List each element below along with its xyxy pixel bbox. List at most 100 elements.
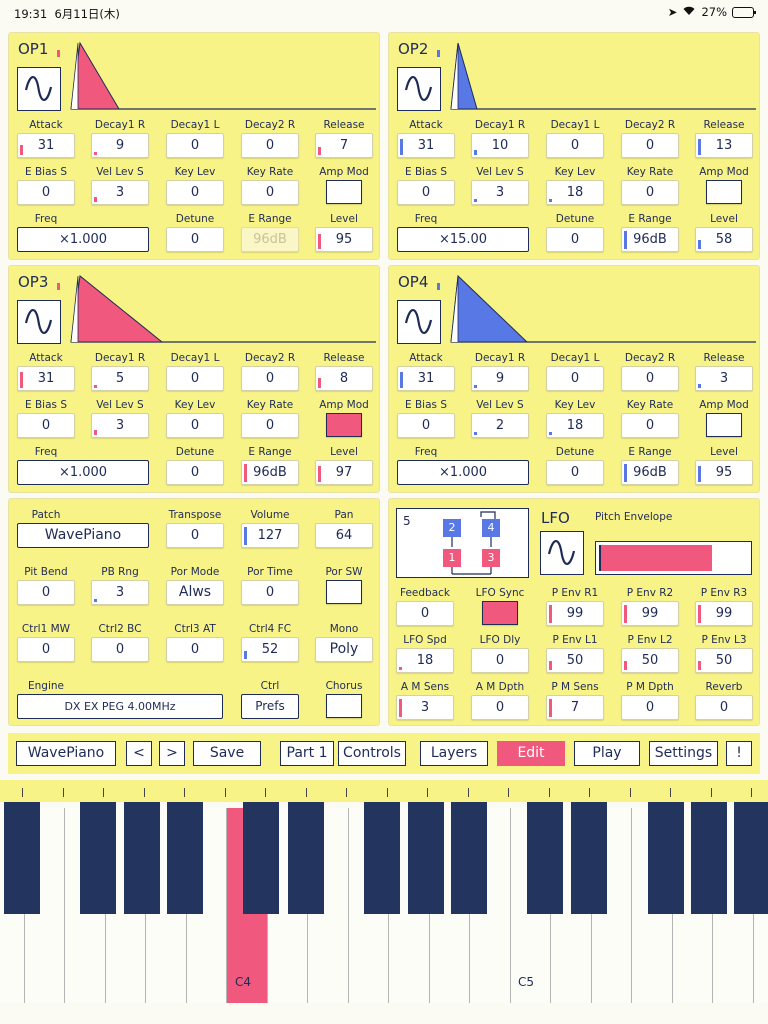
param-value-field[interactable]: 13 [695,133,753,158]
param-value-field[interactable]: 7 [315,133,373,158]
param-value-field[interactable]: 95 [315,227,373,252]
param-value-field[interactable]: 3 [396,695,454,720]
param-value-field[interactable]: 0 [546,366,604,391]
param-value-field[interactable]: 0 [17,580,75,605]
algorithm-display[interactable]: 5 2 4 1 3 [396,508,529,578]
param-value-field[interactable]: 3 [91,580,149,605]
black-key[interactable] [734,802,768,914]
amp-mod-checkbox[interactable] [326,413,362,437]
param-value-field[interactable]: 31 [397,366,455,391]
controls-button[interactable]: Controls [338,741,406,766]
param-value-field[interactable]: 50 [695,648,753,673]
param-value-field[interactable]: 0 [397,413,455,438]
ctrl-prefs-button[interactable]: Prefs [241,694,299,719]
black-key[interactable] [167,802,203,914]
volume-field[interactable]: 127 [241,523,299,548]
freq-field[interactable]: ×1.000 [397,460,529,485]
param-value-field[interactable]: 0 [166,366,224,391]
edit-button[interactable]: Edit [497,741,565,766]
param-value-field[interactable]: 0 [546,133,604,158]
op-envelope-graph[interactable] [14,274,376,344]
black-key[interactable] [80,802,116,914]
black-key[interactable] [4,802,40,914]
param-value-field[interactable]: 2 [471,413,529,438]
save-button[interactable]: Save [193,741,261,766]
param-value-field[interactable]: Alws [166,580,224,605]
param-value-field[interactable]: 0 [166,460,224,485]
black-key[interactable] [364,802,400,914]
chorus-checkbox[interactable] [326,694,362,718]
param-value-field[interactable]: 50 [546,648,604,673]
param-value-field[interactable]: 0 [166,637,224,662]
param-value-field[interactable]: 0 [621,180,679,205]
param-value-field[interactable]: 0 [471,695,529,720]
black-key[interactable] [451,802,487,914]
param-value-field[interactable]: 0 [546,460,604,485]
param-value-field[interactable]: 0 [166,180,224,205]
param-value-field[interactable]: 3 [91,180,149,205]
param-value-field[interactable]: 96dB [241,227,299,252]
patch-select-button[interactable]: WavePiano [16,741,116,766]
param-value-field[interactable]: 0 [546,227,604,252]
param-value-field[interactable]: 0 [241,133,299,158]
param-value-field[interactable]: 0 [621,695,679,720]
param-value-field[interactable]: 96dB [621,227,679,252]
param-value-field[interactable]: 8 [315,366,373,391]
por-sw-checkbox[interactable] [326,580,362,604]
param-value-field[interactable]: 18 [396,648,454,673]
op-envelope-graph[interactable] [14,41,376,111]
param-value-field[interactable]: 31 [17,366,75,391]
lfo-sync-checkbox[interactable] [482,601,518,625]
black-key[interactable] [243,802,279,914]
param-value-field[interactable]: 0 [621,413,679,438]
param-value-field[interactable]: 3 [695,366,753,391]
param-value-field[interactable]: 0 [241,413,299,438]
param-value-field[interactable]: 99 [546,601,604,626]
black-key[interactable] [691,802,727,914]
param-value-field[interactable]: 0 [397,180,455,205]
layers-button[interactable]: Layers [420,741,488,766]
param-value-field[interactable]: Poly [315,637,373,662]
prev-patch-button[interactable]: < [126,741,152,766]
param-value-field[interactable]: 3 [91,413,149,438]
param-value-field[interactable]: 0 [396,601,454,626]
pan-field[interactable]: 64 [315,523,373,548]
black-key[interactable] [288,802,324,914]
param-value-field[interactable]: 9 [471,366,529,391]
part-button[interactable]: Part 1 [280,741,334,766]
param-value-field[interactable]: 18 [546,413,604,438]
freq-field[interactable]: ×1.000 [17,460,149,485]
param-value-field[interactable]: 0 [166,133,224,158]
amp-mod-checkbox[interactable] [706,180,742,204]
settings-button[interactable]: Settings [649,741,718,766]
piano-keyboard[interactable]: C4 C5 [0,780,768,1024]
param-value-field[interactable]: 0 [166,227,224,252]
param-value-field[interactable]: 0 [166,413,224,438]
param-value-field[interactable]: 0 [695,695,753,720]
param-value-field[interactable]: 96dB [241,460,299,485]
param-value-field[interactable]: 0 [241,580,299,605]
param-value-field[interactable]: 5 [91,366,149,391]
patch-name-field[interactable]: WavePiano [17,523,149,548]
param-value-field[interactable]: 7 [546,695,604,720]
pitch-envelope-display[interactable] [595,541,752,575]
black-key[interactable] [408,802,444,914]
engine-field[interactable]: DX EX PEG 4.00MHz [17,694,223,719]
param-value-field[interactable]: 58 [695,227,753,252]
param-value-field[interactable]: 0 [621,133,679,158]
transpose-field[interactable]: 0 [166,523,224,548]
param-value-field[interactable]: 0 [17,637,75,662]
param-value-field[interactable]: 99 [695,601,753,626]
param-value-field[interactable]: 0 [621,366,679,391]
param-value-field[interactable]: 3 [471,180,529,205]
op-envelope-graph[interactable] [394,41,756,111]
black-key[interactable] [648,802,684,914]
black-key[interactable] [124,802,160,914]
param-value-field[interactable]: 99 [621,601,679,626]
param-value-field[interactable]: 97 [315,460,373,485]
next-patch-button[interactable]: > [159,741,185,766]
param-value-field[interactable]: 95 [695,460,753,485]
info-button[interactable]: ! [726,741,752,766]
black-key[interactable] [527,802,563,914]
freq-field[interactable]: ×1.000 [17,227,149,252]
